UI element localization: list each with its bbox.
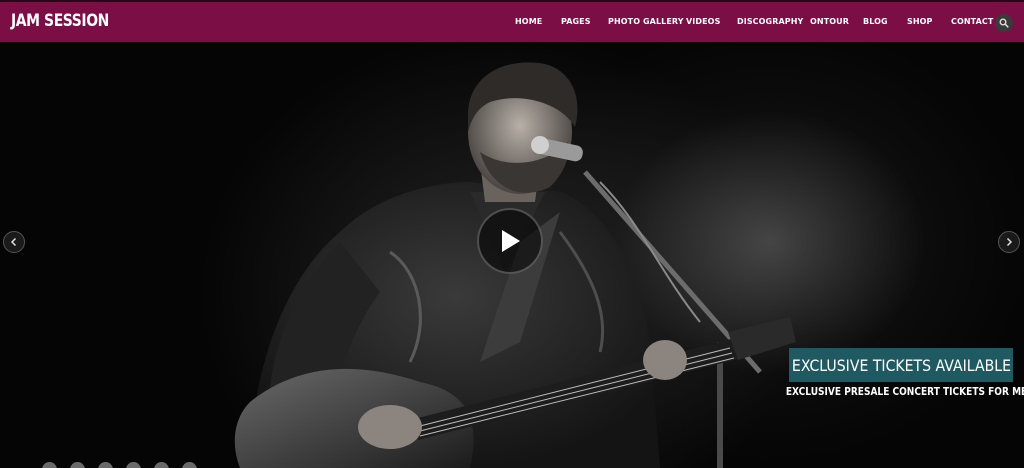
slider-prev-button[interactable]: [3, 231, 25, 253]
nav-discography[interactable]: DISCOGRAPHY: [737, 17, 803, 26]
slider-dot[interactable]: [154, 462, 169, 468]
chevron-left-icon: [10, 237, 17, 247]
nav-shop[interactable]: SHOP: [907, 17, 933, 26]
search-icon: [999, 18, 1009, 28]
nav-photo-gallery[interactable]: PHOTO GALLERY: [608, 17, 684, 26]
slider-pagination: [42, 462, 210, 468]
nav-blog[interactable]: BLOG: [863, 17, 888, 26]
nav-ontour[interactable]: ONTOUR: [810, 17, 849, 26]
site-logo[interactable]: JAM SESSION: [11, 11, 109, 31]
slide-caption-title: EXCLUSIVE TICKETS AVAILABLE: [789, 348, 1013, 382]
slider-dot[interactable]: [126, 462, 141, 468]
hero-slider: EXCLUSIVE TICKETS AVAILABLE EXCLUSIVE PR…: [0, 42, 1024, 468]
nav-contact[interactable]: CONTACT: [951, 17, 993, 26]
search-button[interactable]: [995, 14, 1013, 32]
slide-caption-subtitle: EXCLUSIVE PRESALE CONCERT TICKETS FOR ME…: [785, 386, 1024, 398]
top-navigation-bar: JAM SESSION HOME PAGES PHOTO GALLERY VID…: [0, 0, 1024, 42]
chevron-right-icon: [1006, 237, 1013, 247]
nav-home[interactable]: HOME: [515, 17, 542, 26]
slider-dot[interactable]: [70, 462, 85, 468]
nav-videos[interactable]: VIDEOS: [686, 17, 720, 26]
slider-dot[interactable]: [42, 462, 57, 468]
play-icon: [502, 230, 520, 252]
nav-pages[interactable]: PAGES: [561, 17, 591, 26]
slider-dot[interactable]: [98, 462, 113, 468]
slider-dot[interactable]: [182, 462, 197, 468]
slider-next-button[interactable]: [998, 231, 1020, 253]
play-video-button[interactable]: [477, 208, 543, 274]
